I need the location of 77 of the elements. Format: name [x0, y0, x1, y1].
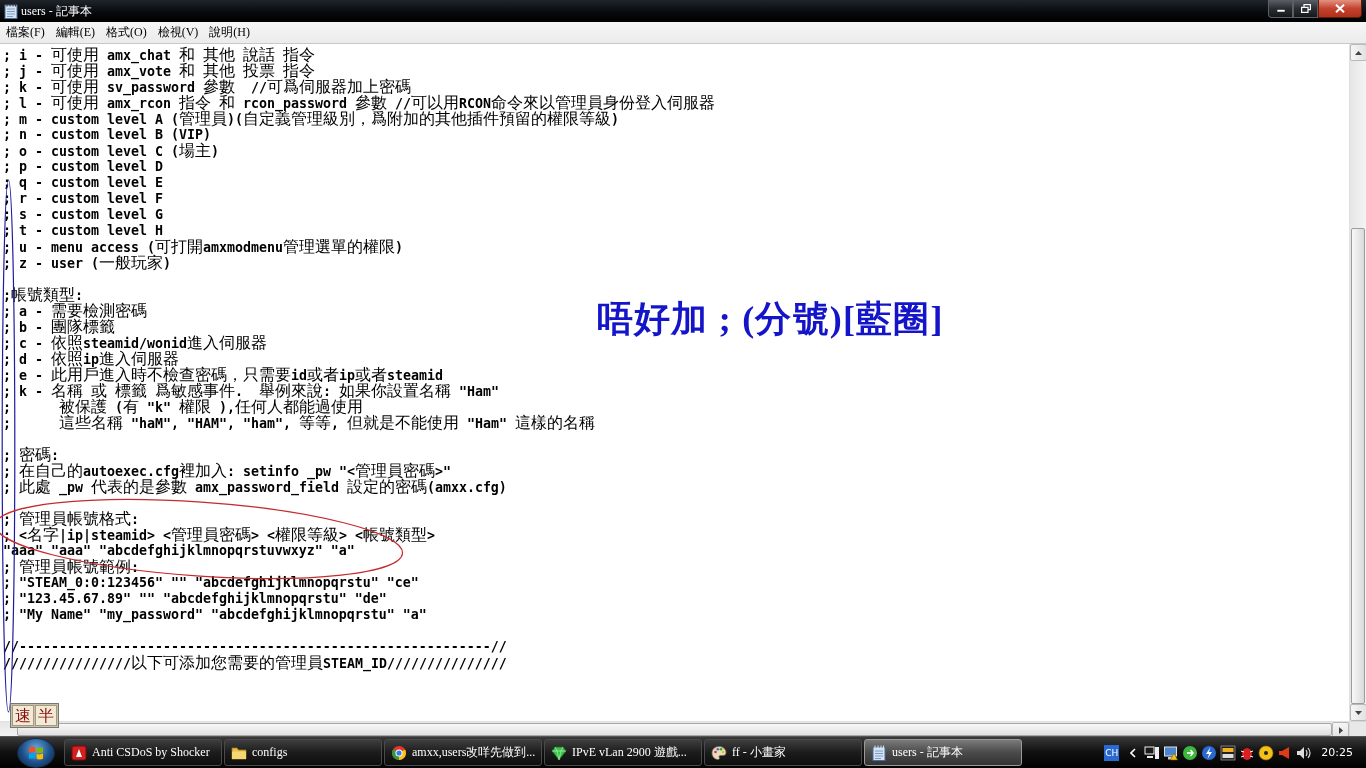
text-line: ; 被保護 (有 "k" 權限 ),任何人都能過使用 — [3, 399, 363, 415]
notepad-icon — [871, 744, 887, 761]
text-line: ; "My Name" "my_password" "abcdefghijklmnopqrstu" "a" — [3, 607, 427, 623]
scrollbar-corner — [1349, 721, 1366, 737]
annotation-text: 唔好加 ; (分號)[藍圈] — [597, 298, 944, 340]
text-line: ; l - 可使用 amx_rcon 指令 和 rcon_password 參數 //可以用RCON命令來以管理員身份登入伺服器 — [3, 95, 715, 111]
text-line: ; s - custom level G — [3, 207, 163, 223]
text-line: ; c - 依照steamid/wonid進入伺服器 — [3, 335, 267, 351]
text-line: ; "123.45.67.89" "" "abcdefghijklmnopqrstu" "de" — [3, 591, 387, 607]
scrollbar-thumb[interactable] — [17, 723, 1332, 736]
scroll-down-button[interactable] — [1350, 704, 1366, 721]
close-button[interactable] — [1318, 0, 1362, 18]
text-line: ; r - custom level F — [3, 191, 163, 207]
flag-icon — [28, 744, 44, 761]
text-line: ; a - 需要檢測密碼 — [3, 303, 147, 319]
minimize-button[interactable] — [1268, 0, 1293, 18]
text-line: ; z - user (一般玩家) — [3, 255, 171, 271]
text-line: ; k - 名稱 或 標籤 爲敏感事件. 舉例來說: 如果你設置名稱 "Ham" — [3, 383, 499, 399]
ime-mode-button[interactable]: 速 — [12, 705, 34, 726]
tile-icon[interactable] — [1220, 744, 1237, 761]
menu-item[interactable]: 格式(O) — [101, 23, 152, 42]
text-line: ; q - custom level E — [3, 175, 163, 191]
ring-logo-icon — [391, 744, 407, 761]
window-title: users - 記事本 — [21, 2, 92, 20]
text-line: ; j - 可使用 amx_vote 和 其他 投票 指令 — [3, 63, 315, 79]
ime-mode-button[interactable]: 半 — [35, 705, 57, 726]
down-arrow-icon — [1355, 710, 1362, 715]
taskbar-button[interactable]: ff - 小畫家 — [704, 739, 862, 766]
taskbar-button[interactable]: users - 記事本 — [864, 739, 1022, 766]
horizontal-scrollbar[interactable] — [0, 721, 1349, 737]
text-line: ; "STEAM_0:0:123456" "" "abcdefghijklmnopqrstu" "ce" — [3, 575, 419, 591]
computer-icon[interactable] — [1144, 744, 1161, 761]
close-icon — [1335, 4, 1345, 13]
disc-icon[interactable] — [1258, 744, 1275, 761]
scrollbar-thumb[interactable] — [1351, 228, 1365, 704]
taskbar-button[interactable]: IPvE vLan 2900 遊戲... — [544, 739, 702, 766]
palette-icon — [711, 744, 727, 761]
clock: 20:25 — [1321, 746, 1353, 759]
text-line: ; 密碼: — [3, 447, 59, 463]
monitor-warning-icon[interactable] — [1163, 744, 1180, 761]
text-line: ; u - menu access (可打開amxmodmenu管理選單的權限) — [3, 239, 403, 255]
text-line: ; t - custom level H — [3, 223, 163, 239]
menu-item[interactable]: 檢視(V) — [152, 23, 204, 42]
text-line: ; i - 可使用 amx_chat 和 其他 說話 指令 — [3, 47, 315, 63]
taskbar-button[interactable]: Anti CSDoS by Shocker — [64, 739, 222, 766]
scroll-up-button[interactable] — [1350, 44, 1366, 61]
text-line: ; d - 依照ip進入伺服器 — [3, 351, 179, 367]
folder-icon — [231, 744, 247, 761]
text-line: ; n - custom level B (VIP) — [3, 127, 211, 142]
text-line: ; 此處 _pw 代表的是參數 amx_password_field 設定的密碼(amxx.cfg) — [3, 479, 507, 495]
language-indicator[interactable]: CH — [1104, 744, 1120, 761]
text-line: ; b - 團隊標籤 — [3, 319, 115, 335]
text-line: ; k - 可使用 sv_password 參數 //可爲伺服器加上密碼 — [3, 79, 411, 95]
diamond-icon — [551, 744, 567, 761]
up-arrow-icon — [1355, 50, 1362, 55]
menu-item[interactable]: 檔案(F) — [1, 23, 50, 42]
text-line: ; e - 此用戶進入時不檢查密碼，只需要id或者ip或者steamid — [3, 367, 443, 383]
menu-item[interactable]: 編輯(E) — [50, 23, 100, 42]
right-arrow-icon — [1338, 726, 1343, 734]
text-line: ////////////////以下可添加您需要的管理員STEAM_ID/////////////// — [3, 655, 507, 671]
restore-icon — [1300, 4, 1311, 13]
chevron-left-icon[interactable] — [1130, 747, 1137, 758]
vertical-scrollbar[interactable] — [1349, 44, 1366, 721]
lightning-icon[interactable] — [1201, 744, 1218, 761]
text-line: ; m - custom level A (管理員)(自定義管理級別，爲附加的其他插件預留的權限等級) — [3, 111, 619, 127]
menu-item[interactable]: 說明(H) — [204, 23, 255, 42]
text-line: ; 在自己的autoexec.cfg裡加入: setinfo _pw "<管理員密碼>" — [3, 463, 451, 479]
text-line: ; 這些名稱 "haM", "HAM", "ham", 等等, 但就是不能使用 "Ham" 這樣的名稱 — [3, 415, 595, 431]
text-line: ; o - custom level C (場主) — [3, 143, 219, 159]
notepad-icon — [4, 3, 18, 19]
restore-button[interactable] — [1293, 0, 1318, 18]
app-icon — [71, 744, 87, 761]
start-button[interactable] — [17, 737, 55, 768]
taskbar-button[interactable]: configs — [224, 739, 382, 766]
text-line: ; p - custom level D — [3, 159, 163, 175]
text-line: ; 管理員帳號格式: — [3, 511, 139, 527]
taskbar-button[interactable]: amxx,users改咩先做到... — [384, 739, 542, 766]
